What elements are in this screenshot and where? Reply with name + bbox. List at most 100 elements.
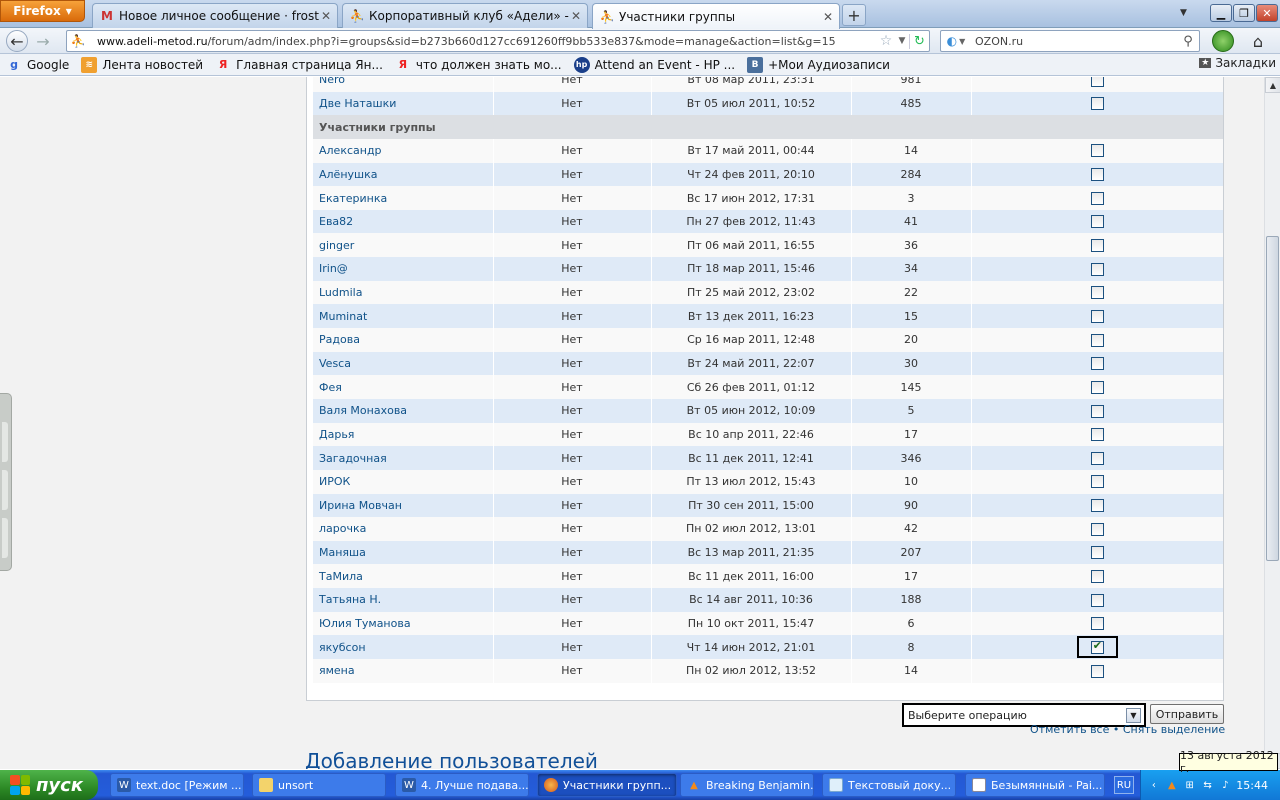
mark-checkbox[interactable] [1090, 215, 1104, 229]
taskbar-item-notepad[interactable]: Текстовый доку... [822, 773, 956, 797]
member-name-link[interactable]: Алёнушка [313, 162, 494, 187]
member-name-link[interactable]: ИРОК [313, 469, 494, 494]
taskbar-item-firefox[interactable]: Участники групп... [537, 773, 677, 797]
site-identity-icon[interactable]: ⛹ [67, 31, 89, 51]
member-name-link[interactable]: якубсон [313, 635, 494, 660]
vlc-tray-icon[interactable]: ▲ [1165, 778, 1179, 792]
member-name-link[interactable]: Ирина Мовчан [313, 493, 494, 518]
mark-checkbox[interactable] [1090, 144, 1104, 158]
back-button[interactable]: ← [6, 30, 28, 52]
bookmark-google[interactable]: g Google [0, 57, 75, 73]
mark-checkbox[interactable] [1090, 239, 1104, 253]
mark-checkbox[interactable] [1090, 522, 1104, 536]
addon-globe-icon[interactable] [1212, 30, 1234, 52]
member-name-link[interactable]: Nero [313, 77, 494, 92]
taskbar-item-text-doc[interactable]: W text.doc [Режим ... [110, 773, 244, 797]
mark-checkbox[interactable] [1090, 570, 1104, 584]
bookmark-news-feed[interactable]: ≋ Лента новостей [75, 56, 209, 73]
mark-checkbox[interactable] [1090, 593, 1104, 607]
member-name-link[interactable]: Екатеринка [313, 186, 494, 210]
close-icon[interactable]: ✕ [319, 9, 333, 23]
mark-checkbox[interactable] [1090, 499, 1104, 513]
member-name-link[interactable]: Muminat [313, 304, 494, 329]
bookmark-star-icon[interactable]: ☆ [877, 33, 895, 49]
taskbar-item-paint[interactable]: Безымянный - Pai... [965, 773, 1105, 797]
mark-checkbox[interactable] [1090, 97, 1104, 111]
search-engine-icon[interactable]: ◐ ▼ [941, 34, 971, 48]
member-name-link[interactable]: Дарья [313, 422, 494, 447]
new-tab-button[interactable]: + [842, 4, 866, 26]
bookmark-yandex-article[interactable]: Я что должен знать мо... [389, 57, 568, 73]
mark-checkbox[interactable] [1090, 286, 1104, 300]
mark-checkbox[interactable] [1090, 191, 1104, 205]
home-button[interactable]: ⌂ [1246, 30, 1270, 52]
tab-gmail[interactable]: M Новое личное сообщение · frostheart9@.… [92, 3, 338, 28]
member-name-link[interactable]: ямена [313, 659, 494, 683]
close-icon[interactable]: ✕ [569, 9, 583, 23]
mark-checkbox[interactable] [1090, 546, 1104, 560]
maximize-button[interactable]: ❐ [1233, 4, 1255, 22]
side-widget-tab[interactable] [0, 393, 12, 571]
search-icon[interactable]: ⚲ [1177, 34, 1199, 49]
search-input[interactable]: OZON.ru [971, 35, 1177, 48]
taskbar-item-unsort[interactable]: unsort [252, 773, 386, 797]
mark-all-link[interactable]: Отметить все [1030, 723, 1109, 736]
taskbar-item-vlc[interactable]: ▲ Breaking Benjamin... [680, 773, 814, 797]
url-bar[interactable]: ⛹ www.adeli-metod.ru/forum/adm/index.php… [66, 30, 930, 52]
mark-checkbox[interactable] [1090, 404, 1104, 418]
volume-icon[interactable]: ♪ [1218, 778, 1232, 792]
submit-button[interactable]: Отправить [1150, 704, 1224, 724]
member-name-link[interactable]: Фея [313, 375, 494, 399]
mark-checkbox[interactable] [1090, 617, 1104, 631]
tray-expand-icon[interactable]: ‹ [1147, 778, 1161, 792]
bookmark-hp-event[interactable]: hp Attend an Event - HP ... [568, 56, 741, 73]
mark-checkbox[interactable] [1090, 309, 1104, 323]
member-name-link[interactable]: Валя Монахова [313, 398, 494, 423]
member-name-link[interactable]: Загадочная [313, 446, 494, 470]
unmark-all-link[interactable]: Снять выделение [1123, 723, 1225, 736]
mark-checkbox[interactable] [1090, 333, 1104, 347]
url-text[interactable]: www.adeli-metod.ru/forum/adm/index.php?i… [89, 35, 877, 48]
start-button[interactable]: пуск [0, 770, 98, 800]
member-name-link[interactable]: Юлия Туманова [313, 611, 494, 636]
member-name-link[interactable]: Радова [313, 328, 494, 352]
member-name-link[interactable]: Александр [313, 138, 494, 163]
taskbar-item-word-doc[interactable]: W 4. Лучше подава... [395, 773, 529, 797]
member-name-link[interactable]: Irin@ [313, 257, 494, 281]
mark-checkbox[interactable] [1090, 77, 1104, 87]
member-name-link[interactable]: Ludmila [313, 280, 494, 305]
member-name-link[interactable]: ларочка [313, 517, 494, 541]
member-name-link[interactable]: Две Наташки [313, 91, 494, 116]
clock[interactable]: 15:44 [1236, 779, 1280, 792]
mark-checkbox[interactable] [1090, 262, 1104, 276]
forward-button[interactable]: → [32, 30, 54, 52]
language-indicator[interactable]: RU [1114, 776, 1134, 794]
chevron-down-icon[interactable]: ▼ [1126, 708, 1141, 723]
usb-icon[interactable]: ⇆ [1201, 778, 1215, 792]
tab-club[interactable]: ⛹ Корпоративный клуб «Адели» - Просмо...… [342, 3, 588, 28]
member-name-link[interactable]: ginger [313, 233, 494, 258]
mark-checkbox[interactable] [1090, 357, 1104, 371]
reload-icon[interactable]: ↻ [909, 33, 929, 49]
scrollbar-thumb[interactable] [1266, 236, 1279, 561]
mark-checkbox[interactable] [1090, 639, 1104, 654]
mark-checkbox[interactable] [1090, 475, 1104, 489]
bookmark-yandex-home[interactable]: Я Главная страница Ян... [209, 57, 389, 73]
scroll-up-icon[interactable]: ▲ [1265, 77, 1280, 93]
mark-checkbox[interactable] [1090, 428, 1104, 442]
history-dropdown-icon[interactable]: ▼ [895, 36, 909, 46]
bookmarks-menu[interactable]: ★ Закладки [1199, 56, 1276, 70]
window-close-button[interactable]: ✕ [1256, 4, 1278, 22]
mark-checkbox[interactable] [1090, 380, 1104, 394]
close-icon[interactable]: ✕ [821, 10, 835, 24]
mark-checkbox[interactable] [1090, 168, 1104, 182]
member-name-link[interactable]: Vesca [313, 351, 494, 376]
member-name-link[interactable]: Татьяна Н. [313, 588, 494, 612]
network-icon[interactable]: ⊞ [1183, 778, 1197, 792]
firefox-menu-button[interactable]: Firefox ▾ [0, 0, 85, 22]
tab-group-members[interactable]: ⛹ Участники группы ✕ [592, 3, 840, 29]
minimize-button[interactable]: ▁ [1210, 4, 1232, 22]
tab-list-icon[interactable]: ▼ [1180, 8, 1187, 18]
member-name-link[interactable]: Маняша [313, 540, 494, 565]
mark-checkbox[interactable] [1090, 664, 1104, 678]
